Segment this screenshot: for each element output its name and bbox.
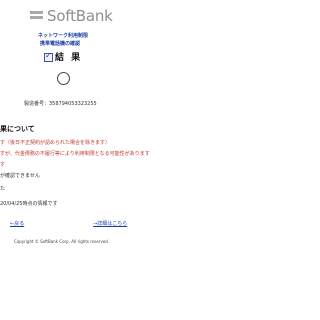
- result-line: す: [0, 162, 6, 168]
- subtitle-line-1: ネットワーク利用制限: [38, 33, 89, 39]
- copyright: Copyright © SoftBank Corp. All rights re…: [14, 239, 110, 244]
- result-line: す（後日不正契約が認められた場合を除きます）: [0, 140, 111, 146]
- subtitle-line-2: 携帯電話機の確認: [40, 41, 81, 47]
- details-link[interactable]: →詳細はこちら: [93, 220, 127, 227]
- device-number: 製造番号：358794053323255: [24, 101, 97, 107]
- back-link[interactable]: ←戻る: [10, 220, 24, 227]
- date-note: 20/04/25時点の情報です: [0, 201, 58, 207]
- result-line: すが、代金債務の不履行等により利用制限となる可能性があります: [0, 151, 150, 157]
- result-line: が確認できません: [0, 173, 40, 179]
- checkbox-icon: [44, 51, 53, 62]
- brand-name: SoftBank: [47, 7, 113, 25]
- result-line: た: [0, 186, 6, 192]
- result-title: 結 果: [55, 53, 83, 63]
- status-circle-icon: [57, 72, 70, 85]
- section-title: 果について: [0, 125, 35, 133]
- logo-bars-icon: [30, 11, 43, 23]
